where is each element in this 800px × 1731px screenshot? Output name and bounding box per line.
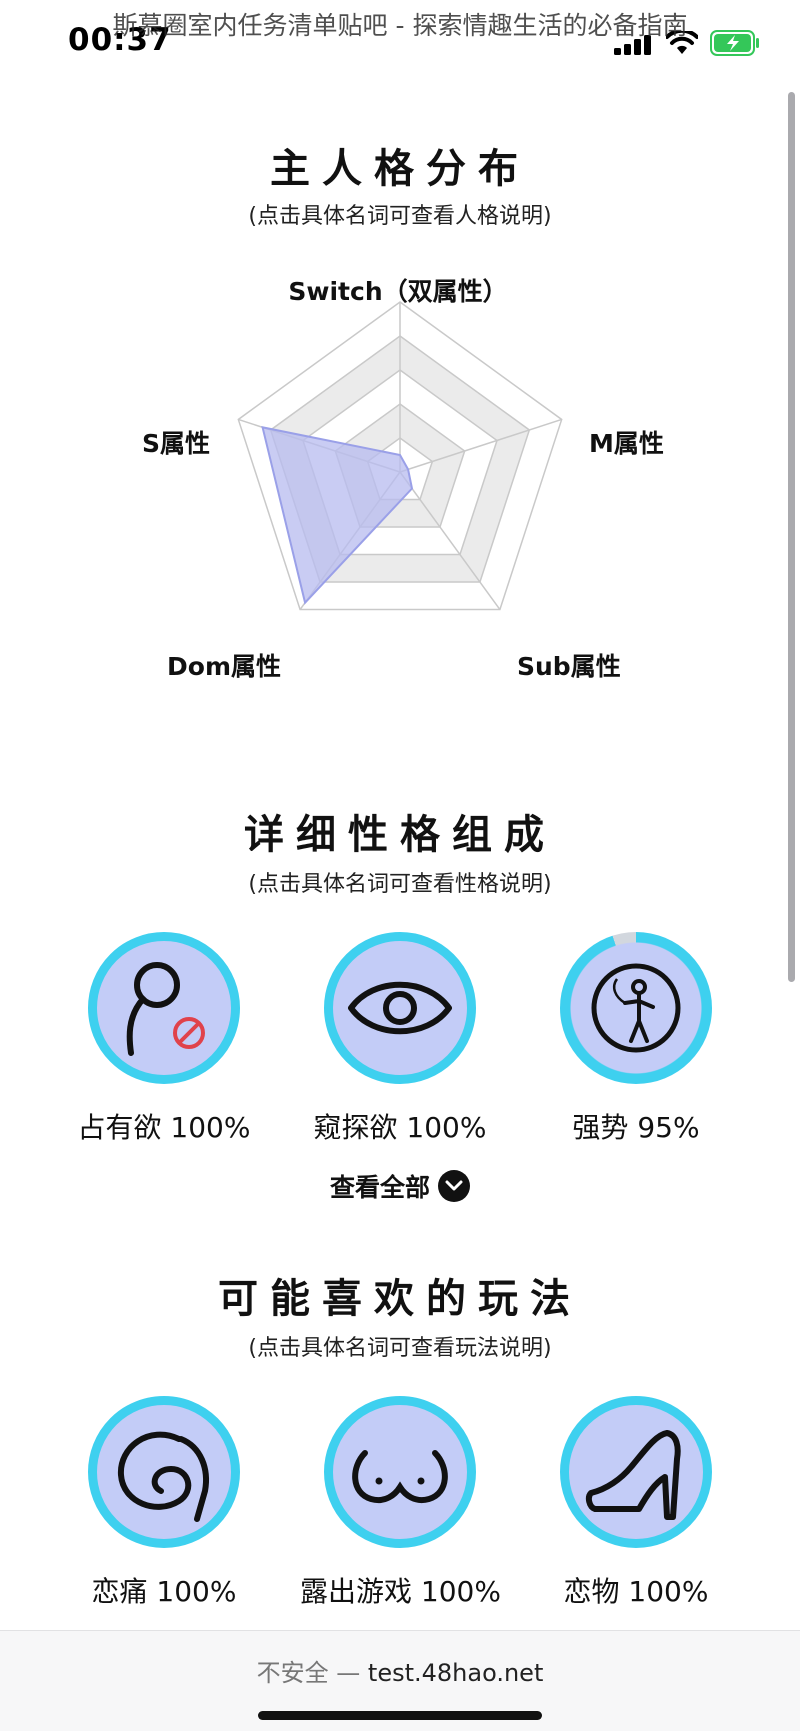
high-heel-icon bbox=[585, 1430, 681, 1520]
play-item-fetish[interactable]: 恋物 100% bbox=[536, 1396, 736, 1610]
chest-icon bbox=[352, 1450, 448, 1503]
play-subtitle: (点击具体名词可查看玩法说明) bbox=[248, 1336, 552, 1361]
trait-badge[interactable] bbox=[560, 932, 712, 1084]
url-bar[interactable]: 不安全 — test.48hao.net bbox=[0, 1653, 800, 1688]
personality-title: 主人格分布 bbox=[270, 146, 530, 192]
whip-icon bbox=[117, 1431, 209, 1522]
trait-badge[interactable] bbox=[324, 932, 476, 1084]
play-badge[interactable] bbox=[560, 1396, 712, 1548]
status-bar: 00:37 斯慕圈室内任务清单贴吧 - 探索情趣生活的必备指南 bbox=[0, 0, 800, 90]
trait-label: 占有欲 100% bbox=[77, 1111, 251, 1144]
play-item-pain[interactable]: 恋痛 100% bbox=[64, 1396, 264, 1610]
browser-bottom-bar: 不安全 — test.48hao.net bbox=[0, 1630, 800, 1731]
play-label: 恋痛 100% bbox=[91, 1575, 237, 1608]
chevron-down-icon[interactable] bbox=[438, 1170, 470, 1202]
traits-subtitle: (点击具体名词可查看性格说明) bbox=[248, 872, 552, 897]
trait-item-possessive[interactable]: 占有欲 100% bbox=[64, 932, 264, 1146]
trait-item-peeping[interactable]: 窥探欲 100% bbox=[300, 932, 500, 1146]
play-badge[interactable] bbox=[324, 1396, 476, 1548]
url-separator: — bbox=[336, 1659, 361, 1687]
trait-label: 窥探欲 100% bbox=[313, 1111, 487, 1144]
personality-subtitle: (点击具体名词可查看人格说明) bbox=[248, 204, 552, 229]
page: 00:37 斯慕圈室内任务清单贴吧 - 探索情趣生活的必备指南 主人格分布 (点… bbox=[0, 0, 800, 1731]
url-text: test.48hao.net bbox=[367, 1659, 544, 1687]
eye-icon bbox=[348, 981, 452, 1035]
radar-chart: Switch（双属性） M属性 Sub属性 Dom属性 S属性 bbox=[142, 277, 664, 681]
play-label: 恋物 100% bbox=[563, 1575, 709, 1608]
trait-badge[interactable] bbox=[88, 932, 240, 1084]
insecure-label: 不安全 bbox=[256, 1659, 329, 1687]
trait-item-dominant[interactable]: 强势 95% bbox=[536, 932, 736, 1146]
view-all-label: 查看全部 bbox=[329, 1173, 430, 1202]
play-badge[interactable] bbox=[88, 1396, 240, 1548]
overlay-title: 斯慕圈室内任务清单贴吧 - 探索情趣生活的必备指南 bbox=[112, 11, 688, 40]
radar-label-dom[interactable]: Dom属性 bbox=[167, 652, 281, 681]
radar-label-sub[interactable]: Sub属性 bbox=[517, 652, 621, 681]
trait-label: 强势 95% bbox=[572, 1111, 700, 1144]
radar-label-s[interactable]: S属性 bbox=[142, 429, 210, 458]
traits-title: 详细性格组成 bbox=[244, 812, 556, 858]
whip-figure-icon bbox=[591, 963, 681, 1053]
radar-label-switch[interactable]: Switch（双属性） bbox=[288, 277, 507, 306]
view-all-button[interactable]: 查看全部 bbox=[0, 1168, 800, 1204]
radar-label-m[interactable]: M属性 bbox=[589, 429, 664, 458]
play-title: 可能喜欢的玩法 bbox=[218, 1276, 582, 1322]
possessive-icon bbox=[126, 962, 205, 1056]
play-label: 露出游戏 100% bbox=[300, 1575, 501, 1608]
play-item-exposure[interactable]: 露出游戏 100% bbox=[300, 1396, 501, 1610]
home-indicator[interactable] bbox=[258, 1711, 542, 1720]
